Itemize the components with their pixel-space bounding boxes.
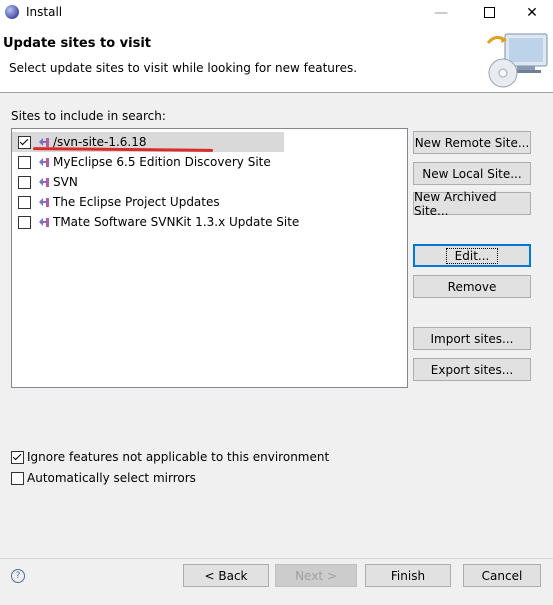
auto-mirrors-checkbox[interactable] — [11, 471, 24, 485]
list-item[interactable]: The Eclipse Project Updates — [12, 192, 220, 212]
ignore-features-checkbox[interactable] — [11, 450, 24, 464]
list-item[interactable]: SVN — [12, 172, 78, 192]
finish-button[interactable]: Finish — [365, 564, 451, 587]
auto-mirrors-label: Automatically select mirrors — [27, 471, 196, 485]
list-item[interactable]: MyEclipse 6.5 Edition Discovery Site — [12, 152, 271, 172]
page-description: Select update sites to visit while looki… — [9, 61, 358, 75]
site-list[interactable]: /svn-site-1.6.18 MyEclipse 6.5 Edition D… — [11, 128, 408, 388]
site-name: SVN — [53, 175, 78, 189]
new-local-site-button[interactable]: New Local Site... — [413, 162, 531, 185]
import-sites-button[interactable]: Import sites... — [413, 327, 531, 350]
site-checkbox[interactable] — [18, 155, 31, 169]
site-name: The Eclipse Project Updates — [53, 195, 220, 209]
update-site-icon — [39, 217, 49, 227]
update-site-icon — [39, 197, 49, 207]
update-site-icon — [39, 177, 49, 187]
eclipse-icon — [5, 5, 19, 19]
minimize-icon: — — [434, 4, 448, 21]
site-checkbox[interactable] — [18, 175, 31, 189]
ignore-features-label: Ignore features not applicable to this e… — [27, 450, 330, 464]
edit-button[interactable]: Edit... — [413, 244, 531, 267]
page-title: Update sites to visit — [3, 36, 151, 51]
new-remote-site-button[interactable]: New Remote Site... — [413, 131, 531, 154]
cancel-button[interactable]: Cancel — [463, 564, 541, 587]
site-checkbox[interactable] — [18, 215, 31, 229]
window-titlebar: Install — ✕ — [0, 0, 553, 25]
ignore-features-option[interactable]: Ignore features not applicable to this e… — [11, 450, 329, 464]
wizard-header: Update sites to visit Select update site… — [0, 25, 553, 93]
update-site-icon — [39, 157, 49, 167]
minimize-button[interactable]: — — [418, 0, 464, 25]
window-title: Install — [26, 5, 63, 19]
export-sites-button[interactable]: Export sites... — [413, 358, 531, 381]
next-button[interactable]: Next > — [275, 564, 357, 587]
remove-button[interactable]: Remove — [413, 275, 531, 298]
footer-divider — [0, 558, 553, 559]
back-button[interactable]: < Back — [183, 564, 269, 587]
site-checkbox[interactable] — [18, 135, 31, 149]
list-item[interactable]: TMate Software SVNKit 1.3.x Update Site — [12, 212, 299, 232]
help-icon[interactable]: ? — [11, 569, 25, 583]
close-button[interactable]: ✕ — [509, 0, 553, 25]
edit-button-label: Edit... — [445, 247, 499, 264]
install-wizard-icon — [486, 33, 548, 88]
close-icon: ✕ — [526, 4, 538, 21]
new-archived-site-button[interactable]: New Archived Site... — [413, 190, 531, 218]
sites-label: Sites to include in search: — [11, 109, 166, 123]
auto-mirrors-option[interactable]: Automatically select mirrors — [11, 471, 196, 485]
maximize-icon — [483, 7, 495, 18]
site-checkbox[interactable] — [18, 195, 31, 209]
site-name: TMate Software SVNKit 1.3.x Update Site — [53, 215, 300, 229]
maximize-button[interactable] — [466, 0, 512, 25]
site-name: MyEclipse 6.5 Edition Discovery Site — [53, 155, 271, 169]
